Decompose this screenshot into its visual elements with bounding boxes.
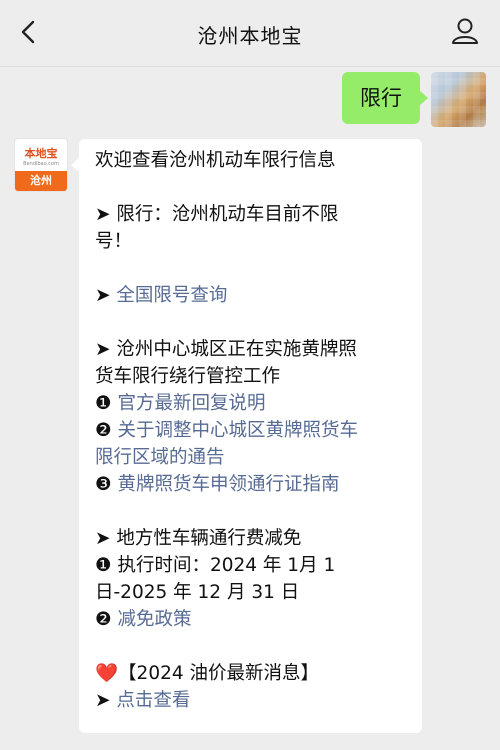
permit-guide-link[interactable]: 黄牌照货车申领通行证指南 (117, 474, 339, 495)
number-2-icon: ❷ (95, 609, 118, 630)
outgoing-message-bubble[interactable]: 限行 (342, 72, 428, 124)
arrow-icon: ➤ (95, 690, 117, 711)
user-avatar[interactable] (431, 72, 486, 127)
oil-price-row: ❤️【2024 油价最新消息】 (95, 660, 408, 687)
adjust-notice-link-line1[interactable]: 关于调整中心城区黄牌照货车 (117, 420, 358, 441)
bot-avatar[interactable]: 本地宝 Bendibao.com 沧州 (14, 138, 68, 192)
national-limit-query-link[interactable]: 全国限号查询 (116, 285, 227, 306)
notice-row: ❷ 关于调整中心城区黄牌照货车 (95, 417, 408, 444)
outgoing-message-row: 限行 (0, 72, 500, 128)
arrow-icon: ➤ (95, 285, 117, 306)
click-view-link[interactable]: 点击查看 (116, 690, 190, 711)
toll-time-line2: 日-2025 年 12 月 31 日 (95, 582, 300, 603)
national-query-row: ➤ 全国限号查询 (95, 282, 408, 309)
number-3-icon: ❸ (95, 474, 118, 495)
center-city-text-line1: ➤ 沧州中心城区正在实施黄牌照 (95, 339, 357, 360)
official-reply-row: ❶ 官方最新回复说明 (95, 390, 408, 417)
limit-text-line1: ➤ 限行：沧州机动车目前不限 (95, 204, 339, 225)
welcome-text: 欢迎查看沧州机动车限行信息 (95, 150, 336, 171)
number-1-icon: ❶ (95, 393, 118, 414)
permit-guide-row: ❸ 黄牌照货车申领通行证指南 (95, 471, 408, 498)
toll-reduction-title: ➤ 地方性车辆通行费减免 (95, 528, 302, 549)
person-icon[interactable] (450, 16, 480, 46)
logo-city: 沧州 (15, 171, 67, 191)
toll-time-line1: ❶ 执行时间：2024 年 1月 1 (95, 555, 336, 576)
reduction-policy-row: ❷ 减免政策 (95, 606, 408, 633)
oil-price-title: 【2024 油价最新消息】 (118, 663, 320, 684)
click-view-row: ➤ 点击查看 (95, 687, 408, 714)
heart-icon: ❤️ (95, 663, 119, 684)
center-city-text-line2: 货车限行绕行管控工作 (95, 366, 281, 387)
reduction-policy-link[interactable]: 减免政策 (117, 609, 191, 630)
number-2-icon: ❷ (95, 420, 118, 441)
incoming-message-bubble: 欢迎查看沧州机动车限行信息 ➤ 限行：沧州机动车目前不限 号！ ➤ 全国限号查询… (71, 139, 422, 733)
logo-text: 本地宝 (24, 147, 58, 160)
limit-text-line2: 号！ (95, 231, 133, 252)
adjust-notice-link-line2[interactable]: 限行区域的通告 (95, 447, 225, 468)
top-navigation-bar: 沧州本地宝 (0, 0, 500, 67)
official-reply-link[interactable]: 官方最新回复说明 (117, 393, 265, 414)
page-title: 沧州本地宝 (197, 24, 303, 48)
logo-subtext: Bendibao.com (23, 161, 59, 167)
notice-row-continued: 限行区域的通告 (95, 444, 408, 471)
